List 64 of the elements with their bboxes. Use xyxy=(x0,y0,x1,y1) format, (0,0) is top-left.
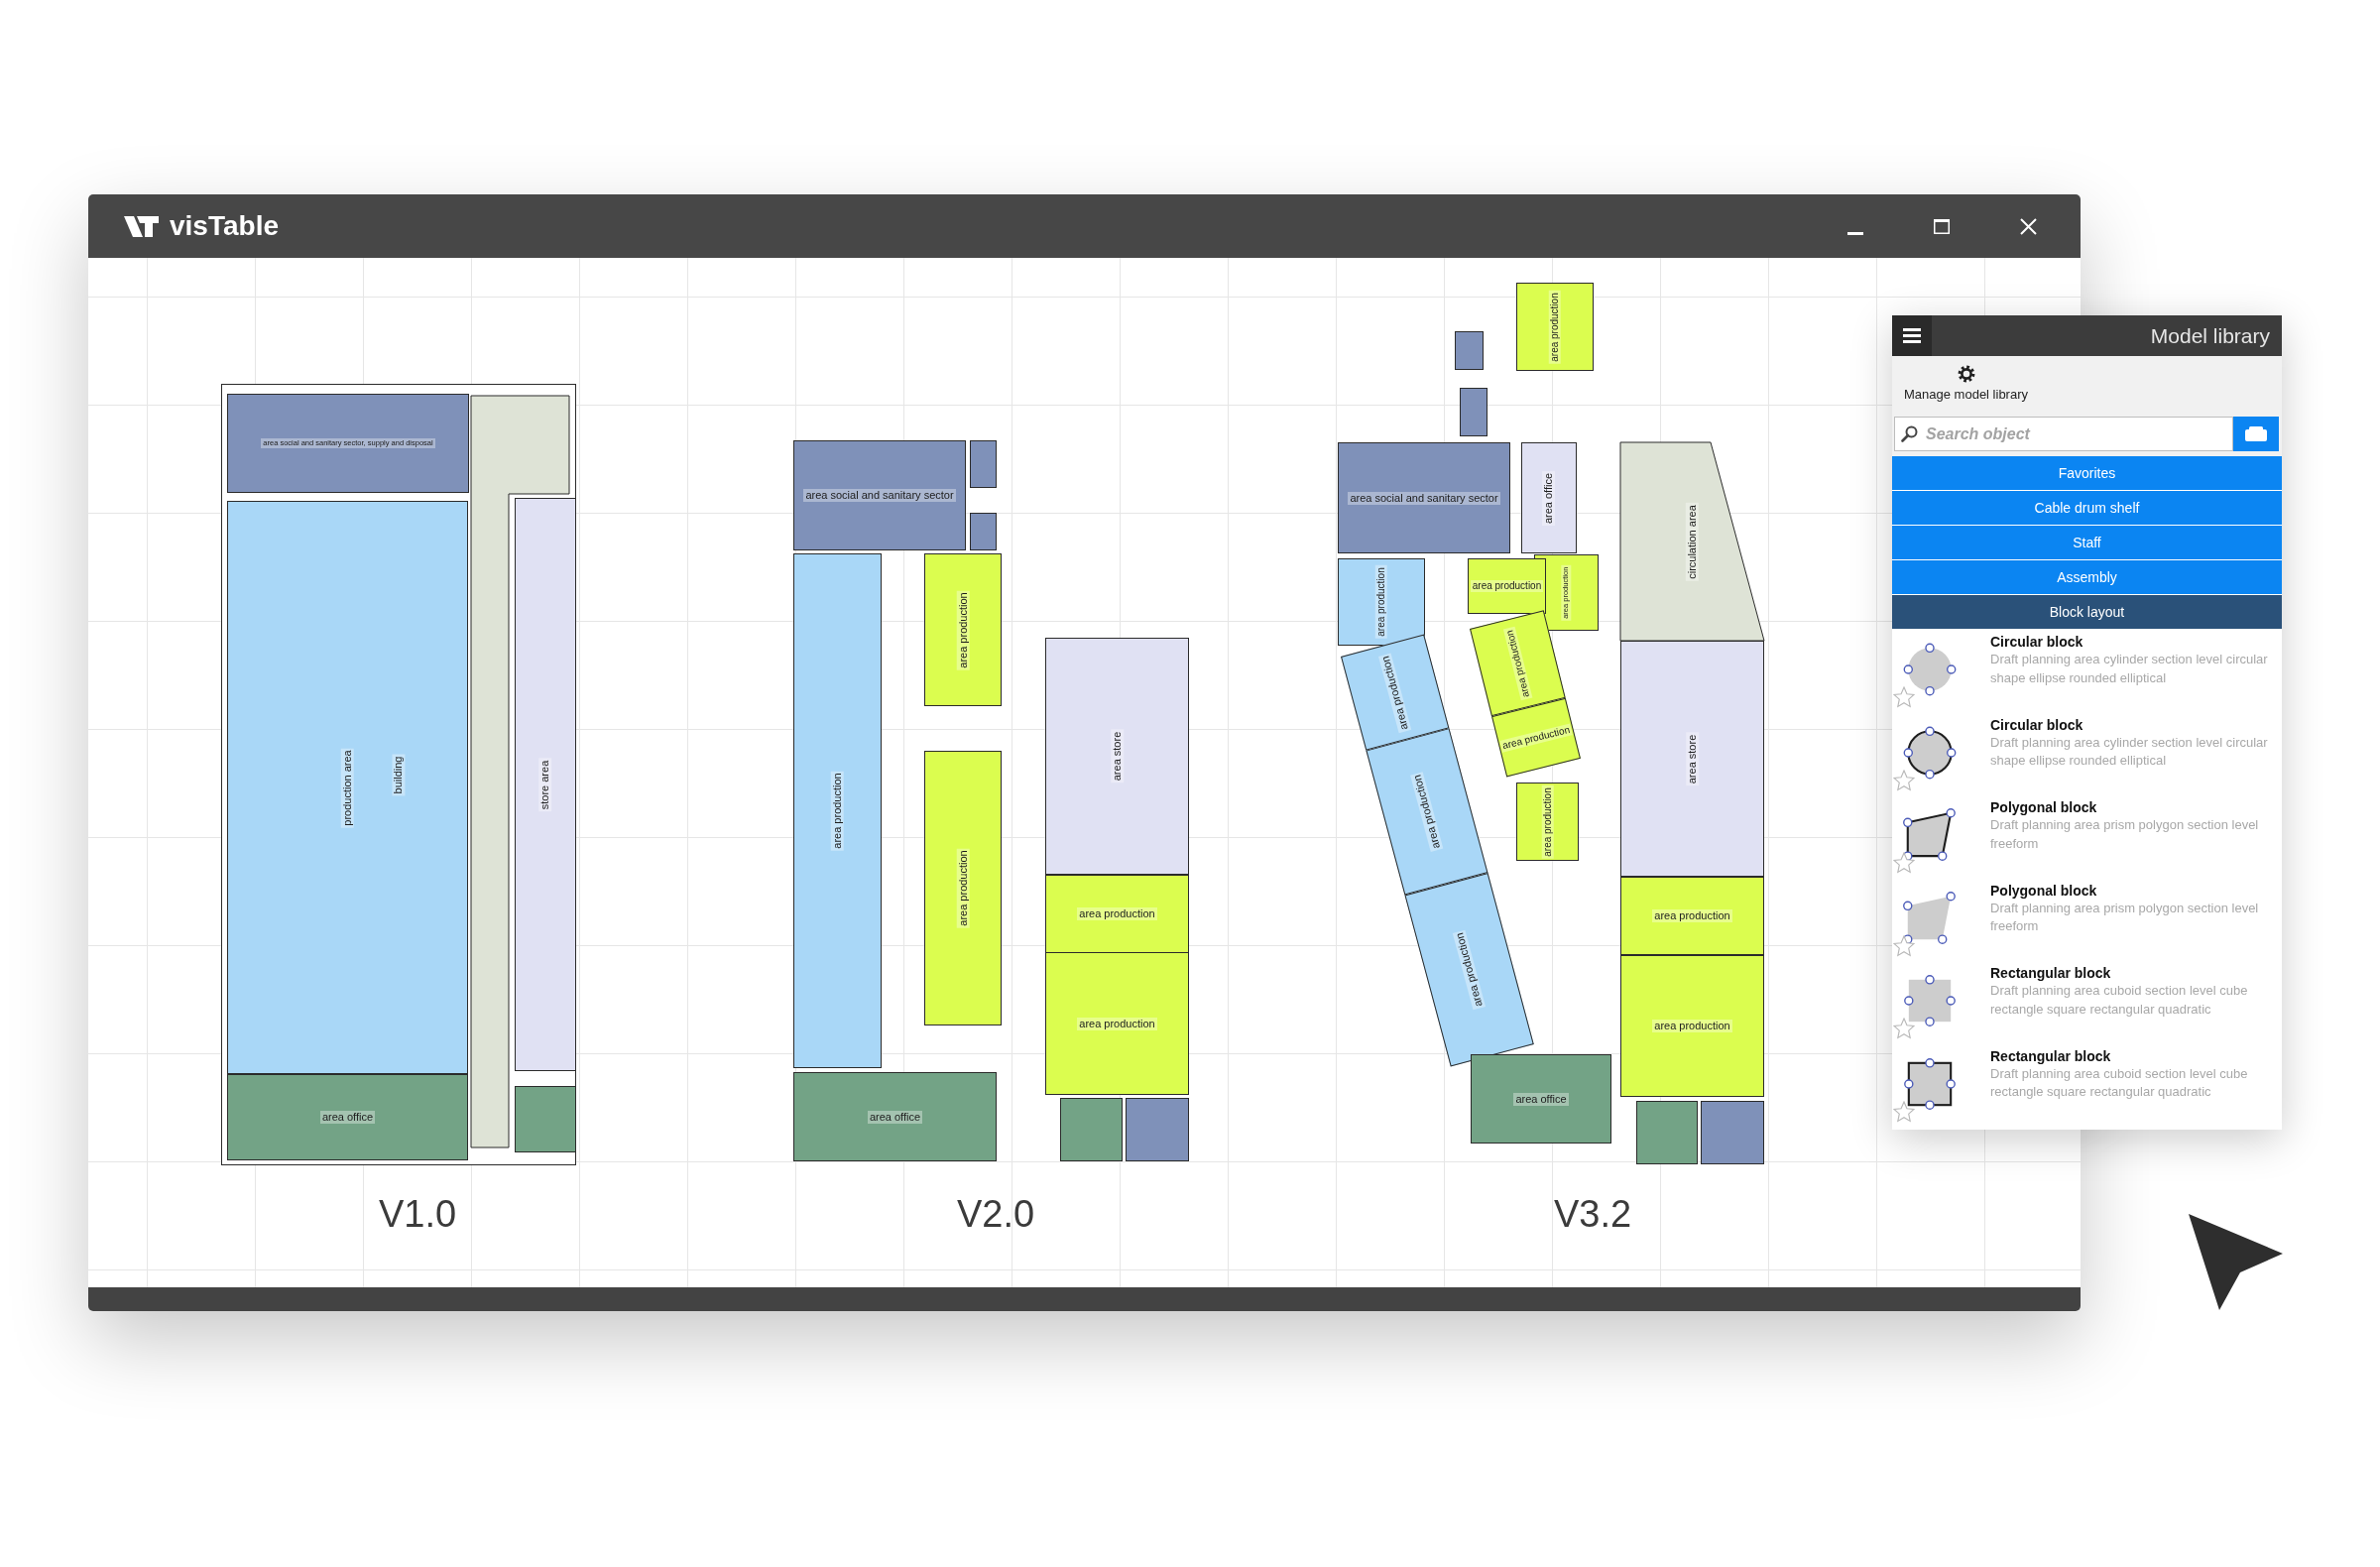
star-icon[interactable] xyxy=(1893,852,1915,874)
area-label: area production xyxy=(1652,1020,1732,1032)
star-icon[interactable] xyxy=(1893,1100,1915,1123)
area-label: production area xyxy=(341,747,354,828)
category-button[interactable]: Favorites xyxy=(1892,456,2282,491)
item-description: Draft planning area cylinder section level circular shape ellipse rounded elliptical xyxy=(1990,733,2269,770)
area-label: area production xyxy=(956,589,970,670)
area-label: area production xyxy=(1470,580,1544,592)
version-label: V3.2 xyxy=(1553,1195,1632,1233)
app-title: visTable xyxy=(170,212,279,240)
item-title: Rectangular block xyxy=(1990,964,2112,982)
star-icon[interactable] xyxy=(1893,1018,1915,1039)
category-button[interactable]: Staff xyxy=(1892,526,2282,560)
area-label: area office xyxy=(319,1111,376,1124)
area-label: area store xyxy=(1111,729,1124,784)
area-label: area production xyxy=(1652,909,1732,922)
area-label: area office xyxy=(1513,1092,1569,1106)
menu-button[interactable] xyxy=(1892,315,1932,356)
item-title: Rectangular block xyxy=(1990,1046,2112,1065)
item-description: Draft planning area cuboid section level cube rectangle square rectangular quadratic xyxy=(1990,982,2249,1019)
area-label: area store xyxy=(1686,732,1699,785)
manage-library-button[interactable]: Manage model library xyxy=(1904,365,2028,402)
item-description: Draft planning area prism polygon section level freeform xyxy=(1990,816,2260,853)
item-title: Circular block xyxy=(1990,633,2084,651)
search-field[interactable]: Search object xyxy=(1894,417,2233,451)
area-label: building xyxy=(392,754,406,795)
category-button[interactable]: Assembly xyxy=(1892,560,2282,595)
maximize-icon xyxy=(1934,218,1950,234)
panel-title: Model library xyxy=(2150,325,2271,346)
close-icon xyxy=(2019,217,2037,235)
category-button[interactable]: Block layout xyxy=(1892,595,2282,630)
area-label: area production xyxy=(831,771,844,851)
version-label: V2.0 xyxy=(956,1195,1035,1233)
folder-icon xyxy=(2245,426,2267,441)
search-icon xyxy=(1901,425,1918,442)
version-label: V1.0 xyxy=(378,1195,457,1233)
area-label: area social and sanitary sector xyxy=(803,489,956,502)
star-icon[interactable] xyxy=(1893,686,1915,708)
star-icon[interactable] xyxy=(1893,769,1915,791)
area-label: circulation area xyxy=(1686,502,1699,581)
gear-icon xyxy=(1957,365,1975,383)
menu-icon xyxy=(1903,328,1921,343)
area-label: store area xyxy=(538,758,552,811)
item-title: Polygonal block xyxy=(1990,798,2098,816)
item-description: Draft planning area prism polygon section level freeform xyxy=(1990,899,2260,935)
item-title: Polygonal block xyxy=(1990,881,2098,900)
minimize-icon xyxy=(1847,231,1863,235)
star-icon[interactable] xyxy=(1893,934,1915,957)
folder-button[interactable] xyxy=(2233,417,2279,451)
logo-icon xyxy=(124,214,159,238)
area-label: area office xyxy=(1542,470,1556,526)
area-label: area production xyxy=(1375,565,1387,639)
item-description: Draft planning area cuboid section level cube rectangle square rectangular quadratic xyxy=(1990,1064,2249,1101)
area-label: area production xyxy=(1077,907,1157,920)
item-description: Draft planning area cylinder section level circular shape ellipse rounded elliptical xyxy=(1990,651,2269,687)
category-button[interactable]: Cable drum shelf xyxy=(1892,491,2282,526)
area-label: area office xyxy=(867,1110,923,1124)
area-label: area social and sanitary sector xyxy=(1348,491,1500,505)
area-label: area production xyxy=(1541,784,1554,859)
pointer-cursor-icon xyxy=(2187,1212,2285,1312)
item-title: Circular block xyxy=(1990,715,2084,734)
area-label: area production xyxy=(1549,290,1561,364)
area-label: area production xyxy=(956,848,970,928)
area-label: area production xyxy=(1077,1017,1157,1030)
